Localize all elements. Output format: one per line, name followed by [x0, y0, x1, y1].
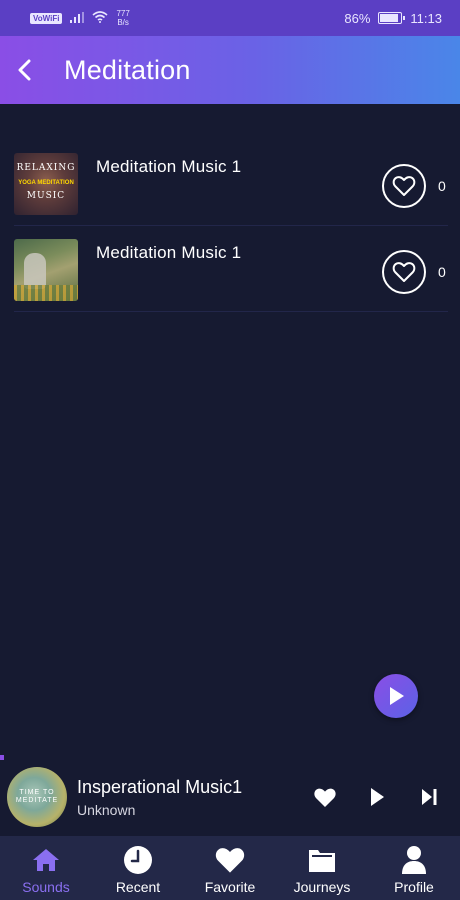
now-playing-bar[interactable]: TIME TO MEDITATE Insperational Music1 Un…: [0, 760, 460, 834]
nav-item-recent[interactable]: Recent: [92, 836, 184, 900]
heart-icon: [214, 844, 246, 876]
favorite-count: 0: [438, 178, 446, 194]
play-icon: [390, 687, 404, 705]
chevron-left-icon: [18, 59, 31, 81]
player-play-button[interactable]: [362, 782, 392, 812]
now-playing-artwork: TIME TO MEDITATE: [7, 767, 67, 827]
floating-play-button[interactable]: [374, 674, 418, 718]
status-bar: VoWiFi 777 B/s 86% 11:13: [0, 0, 460, 36]
now-playing-title: Insperational Music1: [77, 776, 243, 797]
favorite-button[interactable]: [382, 164, 426, 208]
network-badge: VoWiFi: [30, 12, 63, 24]
user-icon: [398, 844, 430, 876]
favorite-count: 0: [438, 264, 446, 280]
heart-outline-icon: [392, 262, 416, 282]
now-playing-artist: Unknown: [77, 801, 136, 818]
clock-icon: [122, 844, 154, 876]
nav-label: Profile: [394, 879, 434, 895]
back-button[interactable]: [4, 50, 44, 90]
battery-icon: [378, 12, 406, 24]
signal-icon: [70, 11, 85, 26]
track-thumbnail: RELAXING YOGA MEDITATION MUSIC: [14, 153, 78, 215]
player-favorite-button[interactable]: [310, 782, 340, 812]
wifi-icon: [92, 10, 108, 26]
app-header: Meditation: [0, 36, 460, 104]
nav-label: Journeys: [293, 879, 351, 895]
bottom-nav: Sounds Recent Favorite Journeys Profile: [0, 836, 460, 900]
network-speed: 777 B/s: [116, 9, 130, 27]
battery-percent: 86%: [344, 10, 371, 26]
list-item[interactable]: RELAXING YOGA MEDITATION MUSIC Meditatio…: [14, 140, 448, 226]
track-thumbnail: [14, 239, 78, 301]
nav-item-sounds[interactable]: Sounds: [0, 836, 92, 900]
skip-next-icon: [422, 789, 437, 805]
folder-icon: [306, 844, 338, 876]
heart-icon: [314, 788, 336, 807]
nav-item-favorite[interactable]: Favorite: [184, 836, 276, 900]
nav-item-journeys[interactable]: Journeys: [276, 836, 368, 900]
nav-label: Favorite: [204, 879, 256, 895]
nav-label: Sounds: [22, 879, 70, 895]
play-icon: [371, 788, 384, 806]
list-item[interactable]: Meditation Music 1 0: [14, 226, 448, 312]
nav-label: Recent: [115, 879, 161, 895]
heart-outline-icon: [392, 176, 416, 196]
clock-time: 11:13: [410, 10, 442, 26]
player-next-button[interactable]: [414, 782, 444, 812]
nav-item-profile[interactable]: Profile: [368, 836, 460, 900]
favorite-button[interactable]: [382, 250, 426, 294]
page-title: Meditation: [64, 54, 191, 85]
track-list: RELAXING YOGA MEDITATION MUSIC Meditatio…: [14, 140, 448, 312]
home-icon: [30, 844, 62, 876]
